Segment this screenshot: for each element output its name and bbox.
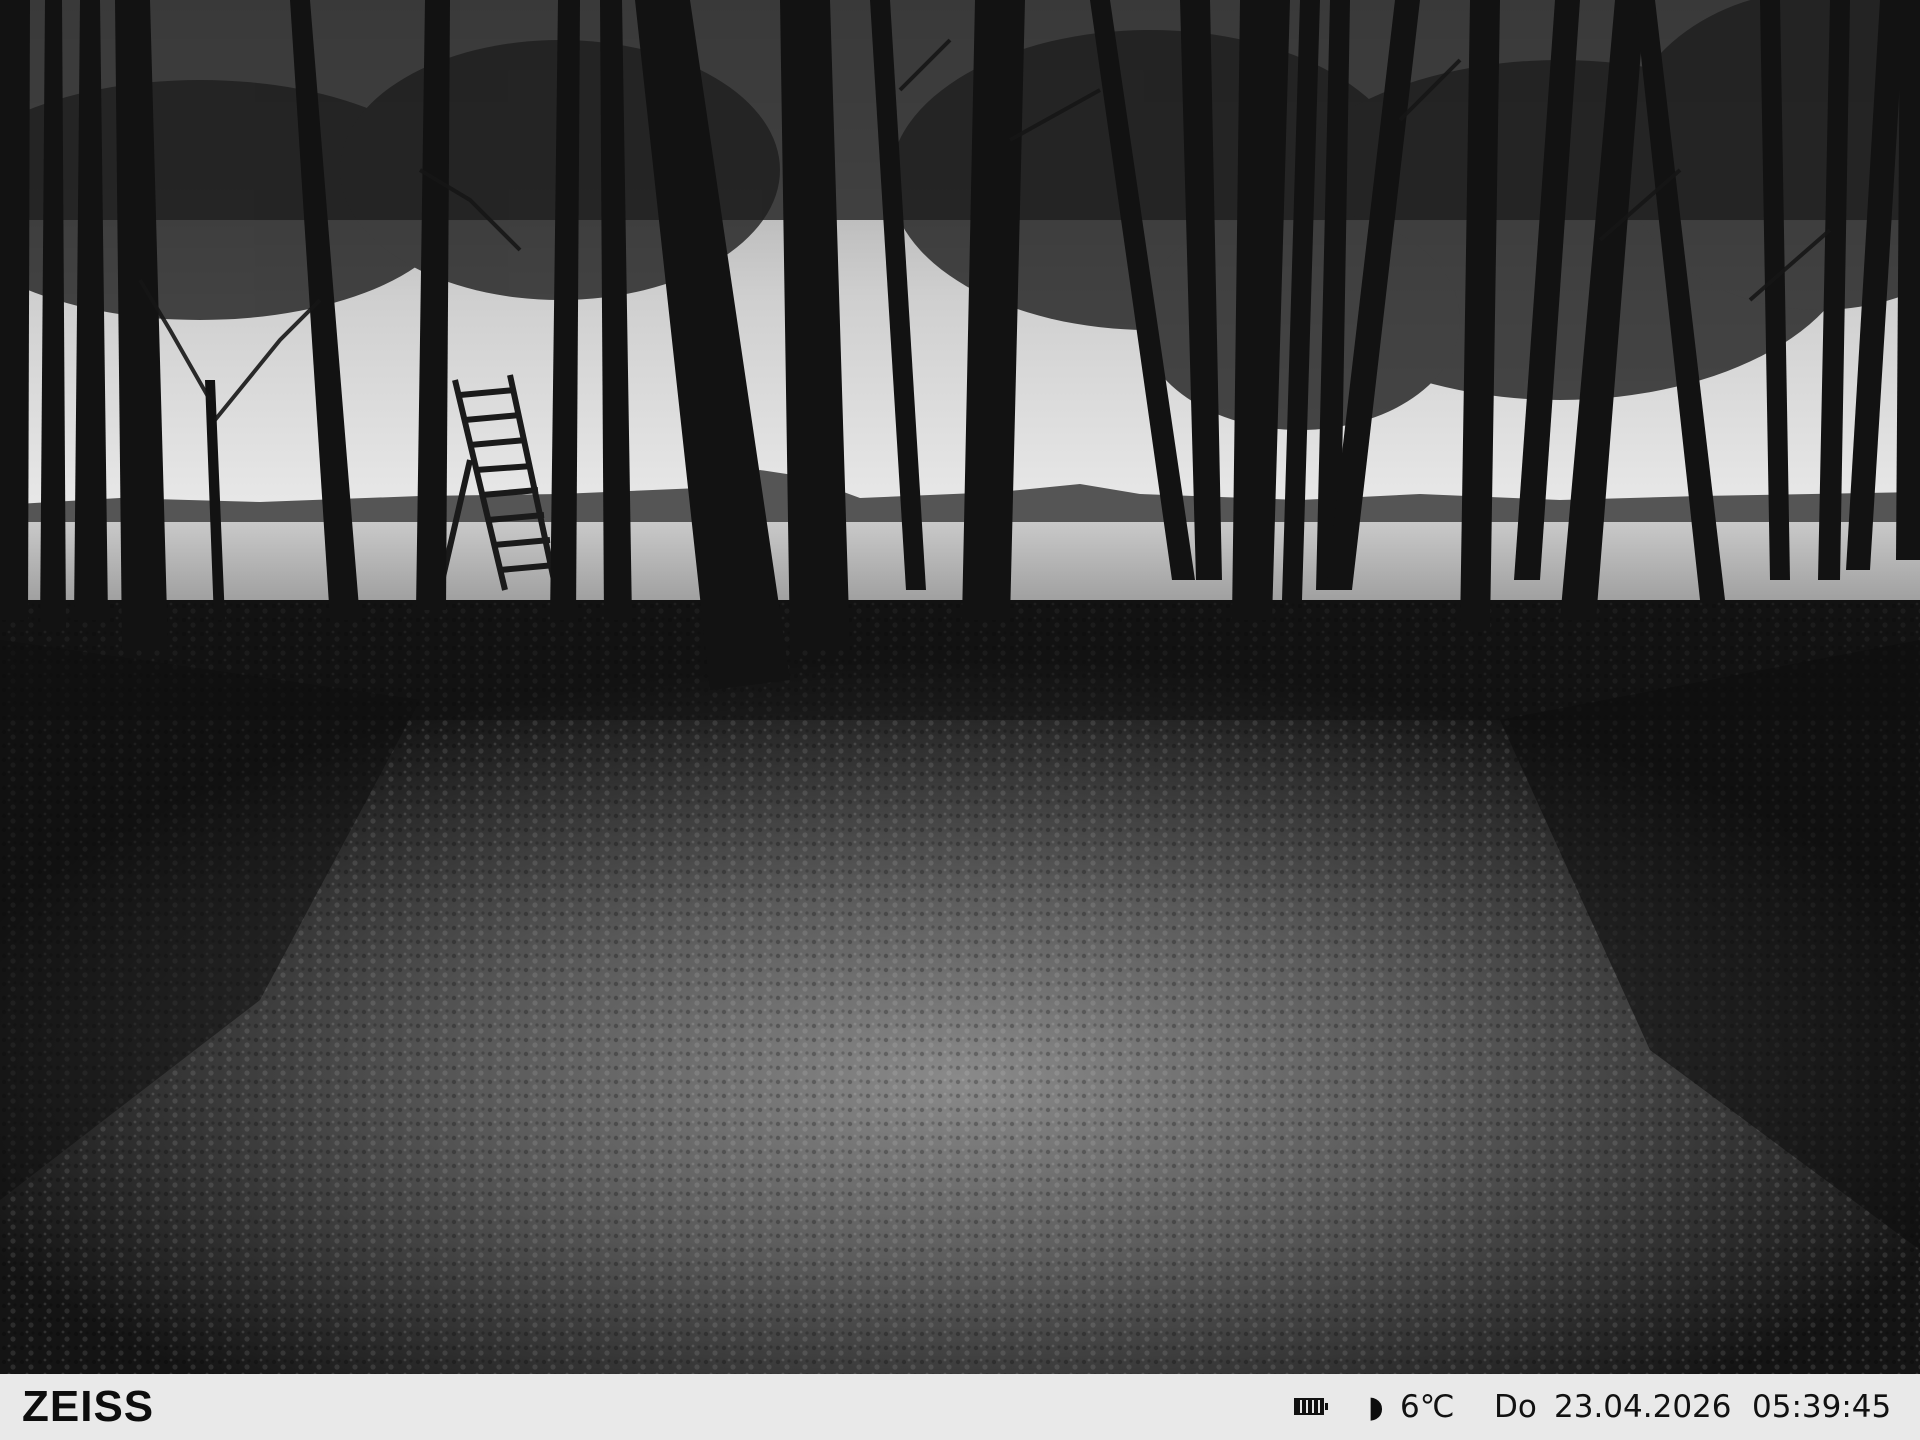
date: 23.04.2026 (1554, 1389, 1732, 1425)
field (0, 522, 1920, 612)
weekday: Do (1494, 1389, 1537, 1425)
temperature-readout: 6℃ (1400, 1389, 1455, 1425)
camera-info-bar: ZEISS ◗ 6℃ Do 23.04.2026 05:39:45 (0, 1374, 1920, 1440)
forest-scene-illustration (0, 0, 1920, 1374)
brand-logo: ZEISS (22, 1382, 155, 1431)
battery-icon (1294, 1398, 1328, 1415)
trail-camera-frame: ZEISS ◗ 6℃ Do 23.04.2026 05:39:45 (0, 0, 1920, 1440)
time: 05:39:45 (1752, 1389, 1892, 1425)
moon-phase-icon: ◗ (1368, 1390, 1384, 1425)
forest-night-photo (0, 0, 1920, 1374)
